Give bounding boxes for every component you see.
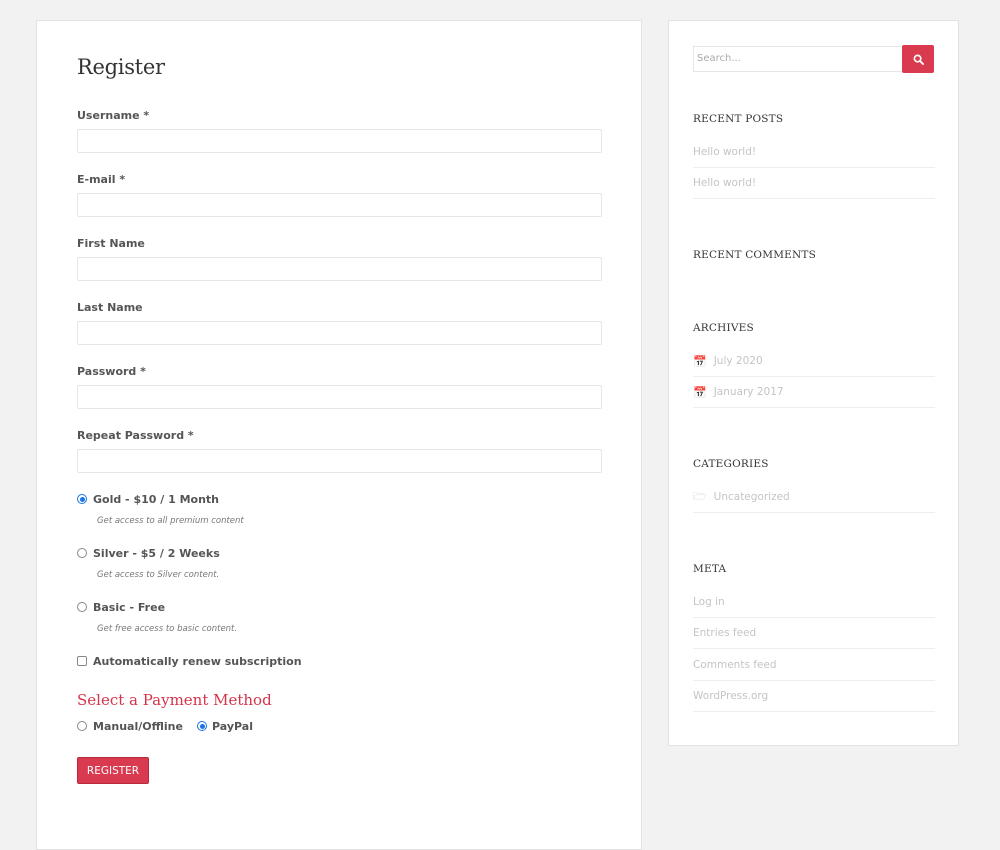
sidebar: Search... RECENT POSTS Hello world! Hell… — [668, 20, 959, 746]
repeat-password-label: Repeat Password * — [77, 429, 194, 442]
recent-post-item[interactable]: Hello world! — [693, 168, 935, 199]
search-input[interactable]: Search... — [693, 46, 903, 72]
plan-silver-radio[interactable] — [77, 548, 87, 558]
first-name-input[interactable] — [77, 257, 602, 281]
plan-silver-description: Get access to Silver content. — [97, 570, 220, 580]
plan-basic-radio[interactable] — [77, 602, 87, 612]
category-link[interactable]: Uncategorized — [714, 491, 790, 503]
calendar-icon: 📅 — [693, 354, 707, 368]
auto-renew-label[interactable]: Automatically renew subscription — [93, 655, 302, 668]
username-input[interactable] — [77, 129, 602, 153]
email-input[interactable] — [77, 193, 602, 217]
recent-post-item[interactable]: Hello world! — [693, 137, 935, 168]
archive-link[interactable]: January 2017 — [714, 386, 784, 398]
meta-item[interactable]: WordPress.org — [693, 681, 935, 712]
register-panel: Register Username * E-mail * First Name … — [36, 20, 642, 850]
email-label: E-mail * — [77, 173, 126, 186]
meta-item[interactable]: Comments feed — [693, 650, 935, 681]
payment-manual-label[interactable]: Manual/Offline — [93, 720, 183, 733]
meta-link-wordpress[interactable]: WordPress.org — [693, 690, 768, 702]
meta-item[interactable]: Entries feed — [693, 618, 935, 649]
payment-method-heading: Select a Payment Method — [77, 691, 272, 709]
archive-link[interactable]: July 2020 — [714, 355, 763, 367]
first-name-label: First Name — [77, 237, 145, 250]
last-name-label: Last Name — [77, 301, 143, 314]
categories-title: CATEGORIES — [693, 458, 769, 470]
category-item[interactable]: 🗁 Uncategorized — [693, 482, 935, 513]
search-button[interactable] — [902, 45, 934, 73]
username-label: Username * — [77, 109, 150, 122]
plan-basic-label[interactable]: Basic - Free — [93, 601, 165, 614]
archive-item[interactable]: 📅 July 2020 — [693, 346, 935, 377]
payment-paypal-label[interactable]: PayPal — [212, 720, 253, 733]
archive-item[interactable]: 📅 January 2017 — [693, 377, 935, 408]
recent-post-link[interactable]: Hello world! — [693, 146, 756, 158]
register-button[interactable]: REGISTER — [77, 757, 149, 784]
meta-link-login[interactable]: Log in — [693, 596, 725, 608]
plan-basic-description: Get free access to basic content. — [97, 624, 238, 634]
folder-icon: 🗁 — [693, 489, 707, 503]
search-icon — [913, 54, 924, 65]
page-title: Register — [77, 55, 165, 79]
auto-renew-checkbox[interactable] — [77, 656, 87, 666]
meta-title: META — [693, 563, 727, 575]
password-input[interactable] — [77, 385, 602, 409]
calendar-icon: 📅 — [693, 385, 707, 399]
archives-title: ARCHIVES — [693, 322, 754, 334]
payment-paypal-radio[interactable] — [197, 721, 207, 731]
meta-link-entries-feed[interactable]: Entries feed — [693, 627, 756, 639]
recent-comments-title: RECENT COMMENTS — [693, 249, 816, 261]
payment-manual-radio[interactable] — [77, 721, 87, 731]
plan-gold-radio[interactable] — [77, 494, 87, 504]
recent-posts-title: RECENT POSTS — [693, 113, 784, 125]
recent-post-link[interactable]: Hello world! — [693, 177, 756, 189]
meta-link-comments-feed[interactable]: Comments feed — [693, 659, 777, 671]
plan-gold-description: Get access to all premium content — [97, 516, 244, 526]
password-label: Password * — [77, 365, 146, 378]
repeat-password-input[interactable] — [77, 449, 602, 473]
plan-gold-label[interactable]: Gold - $10 / 1 Month — [93, 493, 219, 506]
last-name-input[interactable] — [77, 321, 602, 345]
meta-item[interactable]: Log in — [693, 587, 935, 618]
plan-silver-label[interactable]: Silver - $5 / 2 Weeks — [93, 547, 220, 560]
